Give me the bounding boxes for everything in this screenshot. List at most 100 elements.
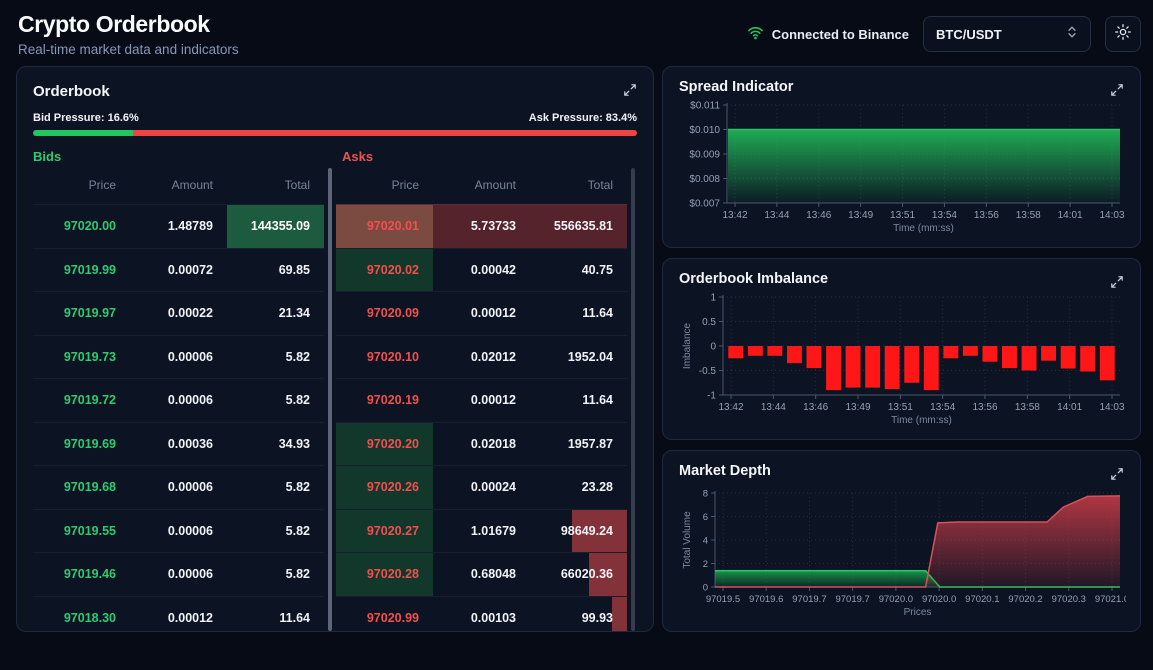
imbalance-bar xyxy=(963,346,978,356)
ask-price-cell: 97020.20 xyxy=(336,423,433,466)
app-header: Crypto Orderbook Real-time market data a… xyxy=(0,0,1153,66)
ask-row[interactable]: 97020.260.0002423.28 xyxy=(336,465,627,509)
bid-row[interactable]: 97018.300.0001211.64 xyxy=(33,596,324,632)
ask-total-cell: 1957.87 xyxy=(530,423,627,466)
bid-row[interactable]: 97020.001.48789144355.09 xyxy=(33,204,324,248)
asks-table-header: PriceAmountTotal xyxy=(336,168,627,204)
imbalance-bar xyxy=(1002,346,1017,368)
bid-amount-cell: 0.00012 xyxy=(130,597,227,632)
x-tick: 13:54 xyxy=(932,210,957,221)
x-tick: 13:42 xyxy=(722,210,747,221)
y-tick: 1 xyxy=(710,293,716,304)
ask-row[interactable]: 97020.990.0010399.93 xyxy=(336,596,627,632)
bid-price-cell: 97019.99 xyxy=(33,249,130,292)
x-tick: 13:49 xyxy=(845,402,870,413)
ask-row[interactable]: 97020.271.0167998649.24 xyxy=(336,509,627,553)
orderbook-panel-title: Orderbook xyxy=(33,83,637,100)
y-tick: $0.011 xyxy=(690,101,720,112)
ask-total-cell: 40.75 xyxy=(530,249,627,292)
x-tick: 13:51 xyxy=(890,210,915,221)
x-tick: 13:46 xyxy=(803,402,828,413)
ask-row[interactable]: 97020.190.0001211.64 xyxy=(336,378,627,422)
ask-total-cell: 99.93 xyxy=(530,597,627,632)
bid-row[interactable]: 97019.550.000065.82 xyxy=(33,509,324,553)
x-tick: 97020.2 xyxy=(1008,594,1042,605)
column-header-total: Total xyxy=(227,178,324,192)
bid-price-cell: 97019.97 xyxy=(33,292,130,335)
y-tick: 0 xyxy=(703,583,708,594)
x-tick: 14:01 xyxy=(1058,210,1083,221)
x-tick: 13:56 xyxy=(972,402,997,413)
page-subtitle: Real-time market data and indicators xyxy=(18,42,239,57)
ask-amount-cell: 5.73733 xyxy=(433,205,530,248)
bid-amount-cell: 0.00006 xyxy=(130,553,227,596)
main-content: Orderbook Bid Pressure: 16.6% Ask Pressu… xyxy=(0,66,1153,632)
x-tick: 13:51 xyxy=(888,402,913,413)
orderbook-imbalance-panel: Orderbook Imbalance 10.50-0.5-113:4213:4… xyxy=(662,258,1141,440)
x-tick: 97020.3 xyxy=(1052,594,1086,605)
spread-expand-button[interactable] xyxy=(1108,81,1126,102)
ask-total-cell: 66020.36 xyxy=(530,553,627,596)
bid-row[interactable]: 97019.970.0002221.34 xyxy=(33,291,324,335)
imbalance-bar xyxy=(943,346,958,358)
bid-row[interactable]: 97019.680.000065.82 xyxy=(33,465,324,509)
theme-toggle-button[interactable] xyxy=(1105,16,1141,52)
bid-amount-cell: 0.00036 xyxy=(130,423,227,466)
market-depth-panel: Market Depth 8642097019.597019.697019.79… xyxy=(662,450,1141,632)
orderbook-tables: PriceAmountTotal 97020.001.48789144355.0… xyxy=(33,168,637,631)
ask-pressure-fill xyxy=(133,130,637,136)
bid-pressure-fill xyxy=(33,130,133,136)
depth-expand-button[interactable] xyxy=(1108,465,1126,486)
ask-row[interactable]: 97020.100.020121952.04 xyxy=(336,335,627,379)
ask-amount-cell: 0.02012 xyxy=(433,336,530,379)
orderbook-expand-button[interactable] xyxy=(621,81,639,102)
ask-price-cell: 97020.09 xyxy=(336,292,433,335)
imbalance-bar xyxy=(807,346,822,368)
x-tick: 97019.6 xyxy=(749,594,783,605)
y-tick: $0.007 xyxy=(689,199,720,210)
ask-row[interactable]: 97020.020.0004240.75 xyxy=(336,248,627,292)
pressure-labels: Bid Pressure: 16.6% Ask Pressure: 83.4% xyxy=(33,112,637,124)
bids-scrollbar[interactable] xyxy=(328,168,332,631)
imbalance-bar xyxy=(924,346,939,390)
asks-scrollbar[interactable] xyxy=(631,168,635,631)
bid-total-cell: 5.82 xyxy=(227,510,324,553)
bids-label: Bids xyxy=(33,149,328,164)
depth-chart: 8642097019.597019.697019.797019.797020.0… xyxy=(679,481,1124,621)
bid-total-cell: 5.82 xyxy=(227,553,324,596)
depth-panel-title: Market Depth xyxy=(679,463,1124,479)
ask-row[interactable]: 97020.280.6804866020.36 xyxy=(336,552,627,596)
bid-row[interactable]: 97019.720.000065.82 xyxy=(33,378,324,422)
x-tick: 14:01 xyxy=(1057,402,1082,413)
bids-table: PriceAmountTotal 97020.001.48789144355.0… xyxy=(33,168,334,631)
spread-chart: $0.011$0.010$0.009$0.008$0.00713:4213:44… xyxy=(679,97,1124,237)
ask-amount-cell: 0.00012 xyxy=(433,379,530,422)
y-tick: -0.5 xyxy=(699,366,717,377)
bid-row[interactable]: 97019.990.0007269.85 xyxy=(33,248,324,292)
imbalance-bar xyxy=(748,346,763,356)
pair-selector[interactable]: BTC/USDT xyxy=(923,16,1091,52)
bid-row[interactable]: 97019.690.0003634.93 xyxy=(33,422,324,466)
imbalance-bar xyxy=(1080,346,1095,372)
bid-amount-cell: 0.00072 xyxy=(130,249,227,292)
bids-table-header: PriceAmountTotal xyxy=(33,168,324,204)
ask-price-cell: 97020.27 xyxy=(336,510,433,553)
x-tick: 97019.7 xyxy=(835,594,869,605)
bid-row[interactable]: 97019.460.000065.82 xyxy=(33,552,324,596)
bid-total-cell: 5.82 xyxy=(227,466,324,509)
ask-row[interactable]: 97020.200.020181957.87 xyxy=(336,422,627,466)
x-tick: 97020.1 xyxy=(965,594,999,605)
bid-price-cell: 97019.55 xyxy=(33,510,130,553)
ask-total-cell: 23.28 xyxy=(530,466,627,509)
asks-label: Asks xyxy=(328,149,637,164)
ask-row[interactable]: 97020.015.73733556635.81 xyxy=(336,204,627,248)
y-tick: 0 xyxy=(710,342,716,353)
right-column: Spread Indicator $0.011$0.010$0.009$0.00… xyxy=(662,66,1141,632)
ask-row[interactable]: 97020.090.0001211.64 xyxy=(336,291,627,335)
imbalance-expand-button[interactable] xyxy=(1108,273,1126,294)
bid-total-cell: 21.34 xyxy=(227,292,324,335)
ask-price-cell: 97020.99 xyxy=(336,597,433,632)
bid-price-cell: 97019.68 xyxy=(33,466,130,509)
y-tick: $0.009 xyxy=(689,150,720,161)
bid-row[interactable]: 97019.730.000065.82 xyxy=(33,335,324,379)
